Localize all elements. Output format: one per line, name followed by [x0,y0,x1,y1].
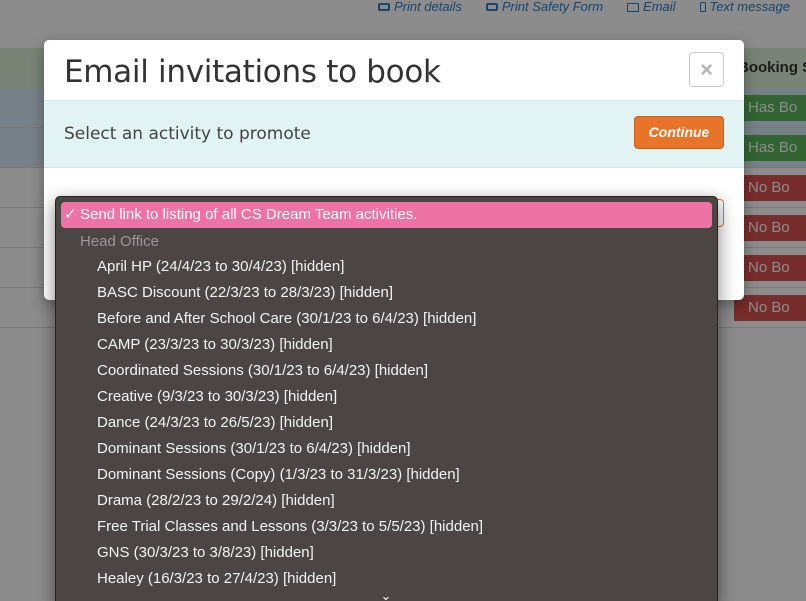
dropdown-option[interactable]: Coordinated Sessions (30/1/23 to 6/4/23)… [56,358,717,384]
dropdown-option[interactable]: Dominant Sessions (30/1/23 to 6/4/23) [h… [56,436,717,462]
dropdown-option[interactable]: BASC Discount (22/3/23 to 28/3/23) [hidd… [56,280,717,306]
dropdown-options-list: April HP (24/4/23 to 30/4/23) [hidden] B… [56,254,717,592]
modal-title: Email invitations to book [64,54,441,90]
close-button[interactable]: × [689,52,724,87]
dropdown-option[interactable]: CAMP (23/3/23 to 30/3/23) [hidden] [56,332,717,358]
dropdown-option[interactable]: Before and After School Care (30/1/23 to… [56,306,717,332]
dropdown-option-selected[interactable]: ✓ Send link to listing of all CS Dream Te… [61,202,712,228]
dropdown-option[interactable]: GNS (30/3/23 to 3/8/23) [hidden] [56,540,717,566]
check-icon: ✓ [64,206,77,223]
dropdown-option[interactable]: Creative (9/3/23 to 30/3/23) [hidden] [56,384,717,410]
scroll-down-chevron-icon[interactable]: ⌄ [376,589,396,601]
dropdown-option[interactable]: Dominant Sessions (Copy) (1/3/23 to 31/3… [56,462,717,488]
continue-button[interactable]: Continue [634,116,724,149]
dropdown-option[interactable]: Dance (24/3/23 to 26/5/23) [hidden] [56,410,717,436]
option-label: Send link to listing of all CS Dream Tea… [80,206,418,223]
dropdown-option[interactable]: Drama (28/2/23 to 29/2/24) [hidden] [56,488,717,514]
activity-prompt-bar: Select an activity to promote Continue [44,100,744,168]
dropdown-option[interactable]: April HP (24/4/23 to 30/4/23) [hidden] [56,254,717,280]
select-activity-prompt: Select an activity to promote [64,124,311,144]
close-icon: × [700,57,713,82]
optgroup-head-office: Head Office [80,233,159,250]
activity-select-dropdown[interactable]: ✓ Send link to listing of all CS Dream Te… [55,196,718,601]
dropdown-option[interactable]: Free Trial Classes and Lessons (3/3/23 t… [56,514,717,540]
